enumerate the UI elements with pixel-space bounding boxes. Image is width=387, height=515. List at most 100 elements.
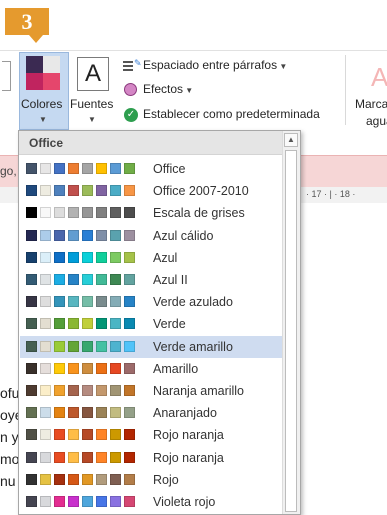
theme-item[interactable]: Violeta rojo bbox=[20, 491, 282, 513]
theme-name: Rojo bbox=[153, 472, 179, 487]
color-swatch bbox=[82, 296, 93, 308]
ribbon-scroll-left[interactable] bbox=[0, 55, 12, 125]
watermark-button-label-2[interactable]: agua bbox=[366, 114, 387, 128]
color-swatch bbox=[124, 185, 135, 197]
dropdown-scrollbar[interactable]: ▲ bbox=[282, 131, 300, 514]
chevron-down-icon: ▼ bbox=[277, 62, 288, 72]
color-swatch bbox=[124, 407, 135, 419]
theme-item[interactable]: Escala de grises bbox=[20, 202, 282, 224]
color-swatch bbox=[124, 229, 135, 241]
color-swatch bbox=[54, 407, 65, 419]
watermark-button-label[interactable]: Marca bbox=[355, 97, 387, 111]
color-swatch bbox=[96, 163, 107, 174]
color-swatch bbox=[40, 274, 51, 285]
fonts-button-label[interactable]: Fuentes bbox=[70, 97, 113, 111]
theme-item[interactable]: Azul cálido bbox=[20, 225, 282, 247]
color-swatch bbox=[82, 340, 93, 352]
theme-item[interactable]: Azul II bbox=[20, 269, 282, 291]
color-swatch bbox=[82, 473, 93, 485]
color-swatch bbox=[96, 207, 107, 219]
color-swatch bbox=[82, 274, 93, 285]
color-swatch bbox=[26, 163, 37, 174]
color-swatch bbox=[26, 362, 37, 374]
color-swatch bbox=[110, 274, 121, 285]
color-swatch bbox=[96, 229, 107, 241]
theme-item[interactable]: Verde azulado bbox=[20, 291, 282, 313]
scroll-up-arrow-icon[interactable]: ▲ bbox=[284, 133, 298, 147]
color-swatch bbox=[96, 407, 107, 419]
color-swatch bbox=[54, 185, 65, 197]
color-swatch bbox=[54, 385, 65, 396]
color-swatch bbox=[54, 318, 65, 330]
color-swatch bbox=[26, 407, 37, 419]
color-swatch bbox=[124, 296, 135, 308]
theme-name: Verde azulado bbox=[153, 295, 233, 310]
color-swatch bbox=[68, 185, 79, 197]
color-swatch bbox=[82, 407, 93, 419]
theme-item[interactable]: Office 2007-2010 bbox=[20, 180, 282, 202]
theme-item[interactable]: Rojo naranja bbox=[20, 424, 282, 446]
color-swatch bbox=[96, 340, 107, 352]
color-swatch bbox=[124, 451, 135, 463]
paragraph-spacing-button[interactable]: ✎ Espaciado entre párrafos ▼ bbox=[123, 58, 287, 74]
color-swatch bbox=[68, 362, 79, 374]
set-as-default-button[interactable]: ✓ Establecer como predeterminada bbox=[123, 107, 320, 123]
color-swatch bbox=[124, 340, 135, 352]
chevron-down-icon: ▼ bbox=[183, 86, 194, 96]
color-swatch bbox=[40, 185, 51, 197]
theme-item[interactable]: Azul bbox=[20, 247, 282, 269]
color-swatch bbox=[96, 185, 107, 197]
theme-item[interactable]: Naranja amarillo bbox=[20, 380, 282, 402]
color-swatch bbox=[68, 473, 79, 485]
color-swatch bbox=[96, 251, 107, 263]
theme-item[interactable]: Rojo naranja bbox=[20, 447, 282, 469]
color-swatch bbox=[68, 340, 79, 352]
theme-item[interactable]: Anaranjado bbox=[20, 402, 282, 424]
color-swatch bbox=[124, 318, 135, 330]
color-swatch bbox=[26, 207, 37, 219]
color-swatch bbox=[26, 185, 37, 197]
color-swatch bbox=[68, 385, 79, 396]
color-swatch bbox=[54, 229, 65, 241]
color-swatch bbox=[124, 473, 135, 485]
color-swatch bbox=[110, 429, 121, 441]
theme-item[interactable]: Rojo bbox=[20, 469, 282, 491]
color-swatch bbox=[40, 385, 51, 396]
color-swatch bbox=[40, 340, 51, 352]
effects-icon bbox=[123, 82, 139, 98]
color-swatch bbox=[26, 340, 37, 352]
theme-item[interactable]: Office bbox=[20, 158, 282, 180]
color-swatch bbox=[54, 451, 65, 463]
color-swatch bbox=[110, 451, 121, 463]
theme-item[interactable]: Verde amarillo bbox=[20, 335, 282, 358]
checkmark-icon: ✓ bbox=[123, 107, 139, 123]
color-swatch bbox=[26, 274, 37, 285]
theme-item[interactable]: Amarillo bbox=[20, 358, 282, 380]
color-swatch bbox=[110, 496, 121, 507]
color-swatch bbox=[82, 362, 93, 374]
color-swatch bbox=[96, 362, 107, 374]
scrollbar-thumb[interactable] bbox=[285, 150, 297, 512]
chevron-down-icon[interactable]: ▼ bbox=[88, 115, 96, 124]
color-swatch bbox=[124, 362, 135, 374]
theme-name: Azul cálido bbox=[153, 228, 214, 243]
color-swatch bbox=[124, 207, 135, 219]
color-swatch bbox=[96, 451, 107, 463]
effects-button[interactable]: Efectos ▼ bbox=[123, 82, 193, 98]
document-text-line: nu bbox=[0, 473, 16, 489]
color-swatch bbox=[40, 496, 51, 507]
theme-item[interactable]: Verde bbox=[20, 313, 282, 335]
color-swatch bbox=[40, 318, 51, 330]
color-swatch bbox=[26, 296, 37, 308]
document-text-line: ofu bbox=[0, 385, 20, 401]
color-swatch bbox=[68, 407, 79, 419]
color-swatch bbox=[124, 429, 135, 441]
color-swatch bbox=[54, 207, 65, 219]
color-swatch bbox=[96, 318, 107, 330]
color-swatch bbox=[124, 496, 135, 507]
paragraph-spacing-icon: ✎ bbox=[123, 58, 142, 74]
color-swatch bbox=[124, 163, 135, 174]
color-swatch bbox=[26, 496, 37, 507]
theme-name: Amarillo bbox=[153, 361, 199, 376]
color-swatch bbox=[26, 251, 37, 263]
